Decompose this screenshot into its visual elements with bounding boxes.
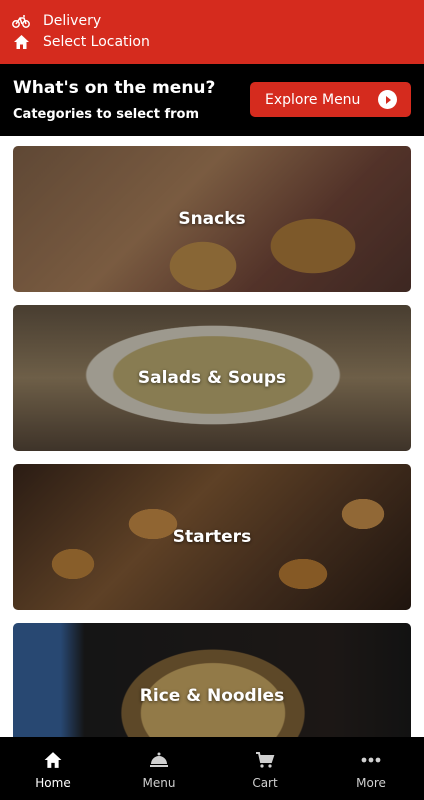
tab-label: Menu xyxy=(142,776,176,790)
tab-label: Cart xyxy=(252,776,278,790)
category-label: Salads & Soups xyxy=(137,368,287,388)
menu-title: What's on the menu? xyxy=(13,78,216,98)
category-card-salads-soups[interactable]: Salads & Soups xyxy=(13,305,411,451)
category-card-snacks[interactable]: Snacks xyxy=(13,146,411,292)
home-icon xyxy=(12,34,30,50)
delivery-label: Delivery xyxy=(43,13,102,29)
cart-icon xyxy=(254,749,276,771)
tab-label: More xyxy=(356,776,386,790)
top-bar: Delivery Select Location xyxy=(0,0,424,64)
category-label: Rice & Noodles xyxy=(139,686,285,706)
category-label: Snacks xyxy=(178,209,246,229)
delivery-row[interactable]: Delivery xyxy=(12,13,101,29)
bicycle-icon xyxy=(12,13,30,29)
tab-more[interactable]: More xyxy=(318,737,424,800)
tab-menu[interactable]: Menu xyxy=(106,737,212,800)
category-list: Snacks Salads & Soups Starters Rice & No… xyxy=(0,136,424,737)
bottom-tab-bar: Home Menu Cart More xyxy=(0,737,424,800)
home-icon xyxy=(42,749,64,771)
menu-header: What's on the menu? Categories to select… xyxy=(0,64,424,136)
category-label: Starters xyxy=(172,527,252,547)
category-card-starters[interactable]: Starters xyxy=(13,464,411,610)
select-location-label: Select Location xyxy=(43,34,150,50)
tab-label: Home xyxy=(35,776,71,790)
cloche-icon xyxy=(148,749,170,771)
tab-cart[interactable]: Cart xyxy=(212,737,318,800)
category-card-rice-noodles[interactable]: Rice & Noodles xyxy=(13,623,411,737)
select-location-row[interactable]: Select Location xyxy=(12,34,150,50)
more-dots-icon xyxy=(360,749,382,771)
tab-home[interactable]: Home xyxy=(0,737,106,800)
menu-subtitle: Categories to select from xyxy=(13,107,200,122)
explore-menu-button[interactable]: Explore Menu xyxy=(250,82,411,117)
explore-menu-label: Explore Menu xyxy=(265,91,361,108)
arrow-right-circle-icon xyxy=(378,90,397,109)
